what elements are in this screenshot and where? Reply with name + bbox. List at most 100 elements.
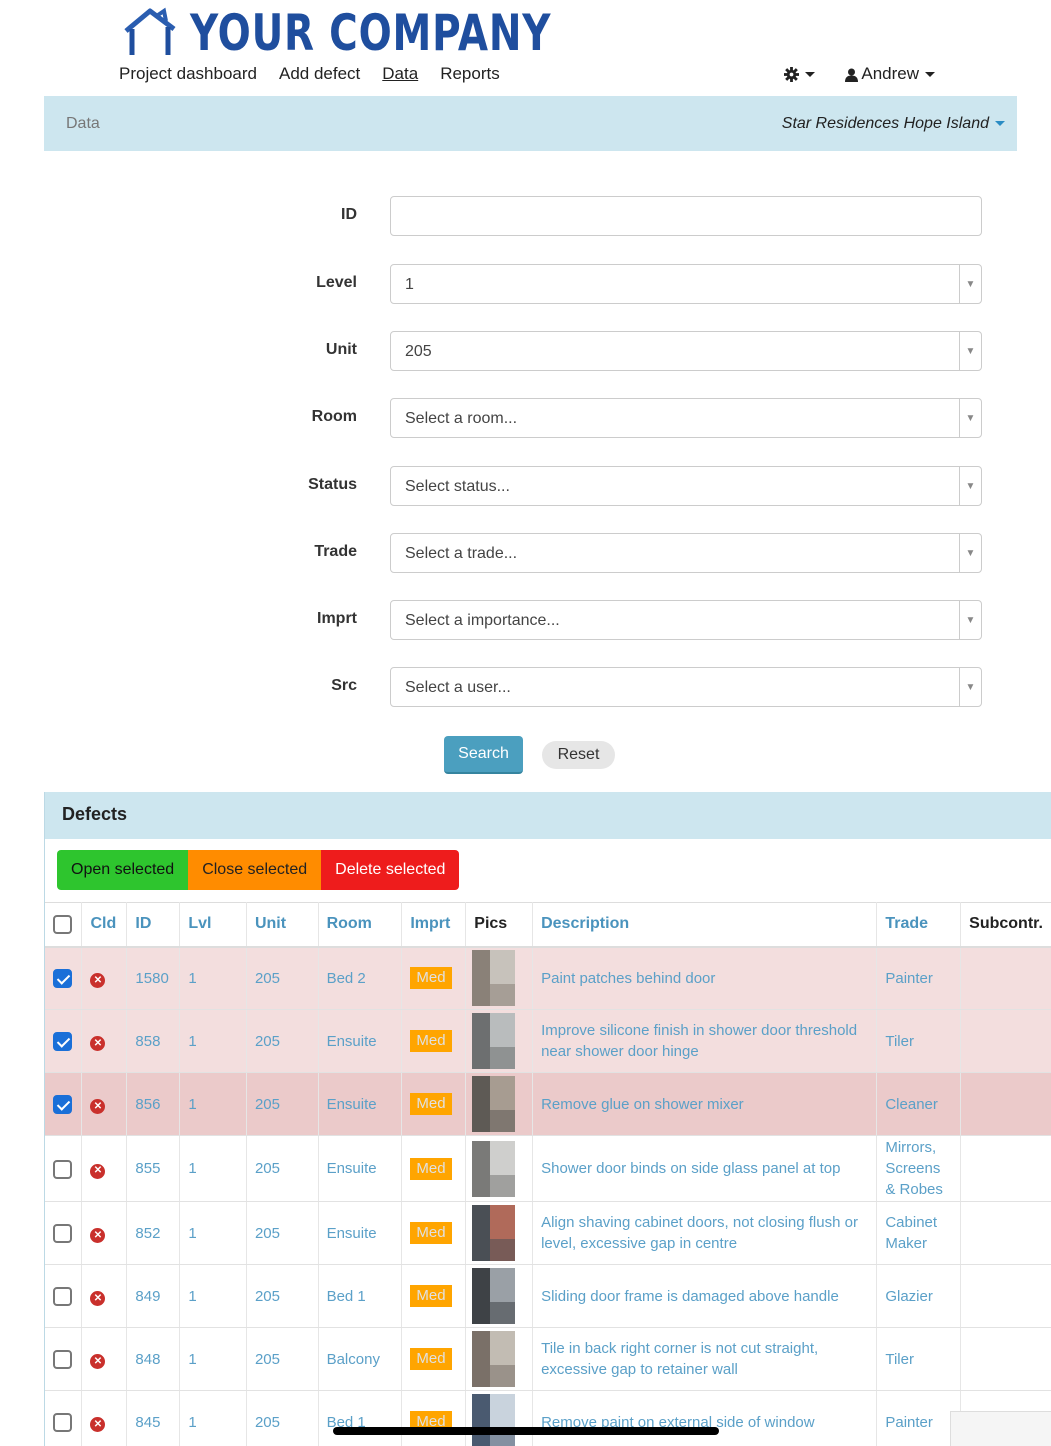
col-cld[interactable]: Cld [81, 902, 128, 948]
id-input[interactable] [390, 196, 982, 236]
defect-photo-thumbnail[interactable] [472, 1013, 516, 1069]
row-room: Bed 1 [318, 1390, 403, 1446]
row-checkbox[interactable] [53, 1095, 72, 1115]
row-importance-cell: Med [401, 1264, 467, 1328]
table-row[interactable]: ✕ 852 1 205 Ensuite Med Align shaving cabinet … [45, 1201, 1051, 1265]
row-checkbox[interactable] [53, 1159, 72, 1179]
row-description[interactable]: Tile in back right corner is not cut str… [532, 1327, 878, 1391]
reset-button[interactable]: Reset [542, 741, 615, 769]
row-description[interactable]: Remove paint on external side of window [532, 1390, 878, 1446]
nav-add-defect[interactable]: Add defect [279, 64, 360, 84]
table-row[interactable]: ✕ 845 1 205 Bed 1 Med Remove paint on external… [45, 1390, 1051, 1446]
row-select-cell [45, 1201, 83, 1265]
row-trade: Mirrors, Screens & Robes [876, 1135, 962, 1202]
row-level: 1 [179, 1327, 247, 1391]
defect-photo-thumbnail[interactable] [472, 1076, 516, 1132]
defect-photo-thumbnail[interactable] [472, 1205, 516, 1261]
row-checkbox[interactable] [53, 1224, 72, 1244]
table-row[interactable]: ✕ 848 1 205 Balcony Med Tile in back right cor… [45, 1327, 1051, 1391]
col-description[interactable]: Description [532, 902, 878, 948]
row-description[interactable]: Align shaving cabinet doors, not closing… [532, 1201, 878, 1265]
select-all-checkbox[interactable] [53, 914, 72, 934]
close-selected-button[interactable]: Close selected [188, 850, 322, 890]
room-select[interactable]: Select a room... ▼ [390, 398, 982, 438]
defect-photo-thumbnail[interactable] [472, 1140, 516, 1197]
status-select[interactable]: Select status... ▼ [390, 466, 982, 506]
imprt-label: Imprt [317, 610, 357, 627]
nav-data[interactable]: Data [382, 64, 418, 84]
house-icon [124, 7, 176, 55]
trade-label: Trade [314, 543, 357, 560]
close-circle-icon[interactable]: ✕ [90, 1354, 106, 1369]
row-checkbox[interactable] [53, 1032, 72, 1052]
src-label: Src [331, 677, 357, 694]
src-select[interactable]: Select a user... ▼ [390, 667, 982, 707]
col-imprt[interactable]: Imprt [401, 902, 467, 948]
importance-badge: Med [410, 967, 452, 990]
trade-select[interactable]: Select a trade... ▼ [390, 533, 982, 573]
search-button[interactable]: Search [444, 736, 523, 774]
settings-menu[interactable] [783, 64, 815, 84]
corner-widget[interactable] [950, 1411, 1051, 1446]
open-selected-button[interactable]: Open selected [57, 850, 189, 890]
close-circle-icon[interactable]: ✕ [90, 1417, 106, 1432]
table-row[interactable]: ✕ 849 1 205 Bed 1 Med Sliding door frame is da… [45, 1264, 1051, 1328]
row-closed-cell: ✕ [81, 1201, 128, 1265]
company-logo[interactable]: YOUR COMPANY [122, 6, 653, 60]
row-trade: Tiler [876, 1327, 962, 1391]
defect-photo-thumbnail[interactable] [472, 1268, 516, 1324]
row-id[interactable]: 849 [126, 1264, 181, 1328]
row-unit: 205 [246, 1009, 319, 1073]
defect-photo-thumbnail[interactable] [472, 1394, 516, 1446]
close-circle-icon[interactable]: ✕ [90, 1099, 106, 1114]
row-checkbox[interactable] [53, 969, 72, 989]
delete-selected-button[interactable]: Delete selected [321, 850, 460, 890]
filter-room-row: Room Select a room... ▼ [0, 398, 1051, 438]
close-circle-icon[interactable]: ✕ [90, 1036, 106, 1051]
col-trade[interactable]: Trade [876, 902, 962, 948]
nav-project-dashboard[interactable]: Project dashboard [119, 64, 257, 84]
row-level: 1 [179, 1135, 247, 1202]
row-checkbox[interactable] [53, 1287, 72, 1307]
filter-level-row: Level 1 ▼ [0, 264, 1051, 304]
col-room[interactable]: Room [318, 902, 403, 948]
importance-select[interactable]: Select a importance... ▼ [390, 600, 982, 640]
row-subcontractor [960, 1201, 1051, 1265]
row-description[interactable]: Paint patches behind door [532, 946, 878, 1010]
home-indicator[interactable] [333, 1427, 719, 1435]
defect-photo-thumbnail[interactable] [472, 950, 516, 1007]
unit-select[interactable]: 205 ▼ [390, 331, 982, 371]
level-select[interactable]: 1 ▼ [390, 264, 982, 304]
close-circle-icon[interactable]: ✕ [90, 1291, 106, 1306]
row-id[interactable]: 855 [126, 1135, 181, 1202]
user-menu[interactable]: Andrew [844, 64, 935, 84]
row-description[interactable]: Improve silicone finish in shower door t… [532, 1009, 878, 1073]
row-id[interactable]: 856 [126, 1072, 181, 1136]
row-id[interactable]: 852 [126, 1201, 181, 1265]
defects-title: Defects [45, 792, 1051, 839]
col-lvl[interactable]: Lvl [179, 902, 247, 948]
close-circle-icon[interactable]: ✕ [90, 1228, 106, 1243]
nav-reports[interactable]: Reports [440, 64, 500, 84]
col-id[interactable]: ID [126, 902, 181, 948]
row-description[interactable]: Shower door binds on side glass panel at… [532, 1135, 878, 1202]
table-row[interactable]: ✕ 858 1 205 Ensuite Med Improve silicone finis… [45, 1009, 1051, 1073]
close-circle-icon[interactable]: ✕ [90, 973, 106, 989]
row-id[interactable]: 848 [126, 1327, 181, 1391]
close-circle-icon[interactable]: ✕ [90, 1163, 106, 1179]
row-unit: 205 [246, 1327, 319, 1391]
row-description[interactable]: Remove glue on shower mixer [532, 1072, 878, 1136]
table-row[interactable]: ✕ 856 1 205 Ensuite Med Remove glue on shower … [45, 1072, 1051, 1136]
row-unit: 205 [246, 1390, 319, 1446]
row-checkbox[interactable] [53, 1350, 72, 1370]
row-description[interactable]: Sliding door frame is damaged above hand… [532, 1264, 878, 1328]
row-id[interactable]: 858 [126, 1009, 181, 1073]
col-unit[interactable]: Unit [246, 902, 319, 948]
table-row[interactable]: ✕ 855 1 205 Ensuite Med Shower door binds on s… [45, 1135, 1051, 1202]
row-id[interactable]: 1580 [126, 946, 181, 1010]
table-row[interactable]: ✕ 1580 1 205 Bed 2 Med Paint patches behind do… [45, 946, 1051, 1010]
row-checkbox[interactable] [53, 1413, 72, 1433]
row-id[interactable]: 845 [126, 1390, 181, 1446]
project-selector[interactable]: Star Residences Hope Island [782, 115, 1005, 133]
defect-photo-thumbnail[interactable] [472, 1331, 516, 1387]
